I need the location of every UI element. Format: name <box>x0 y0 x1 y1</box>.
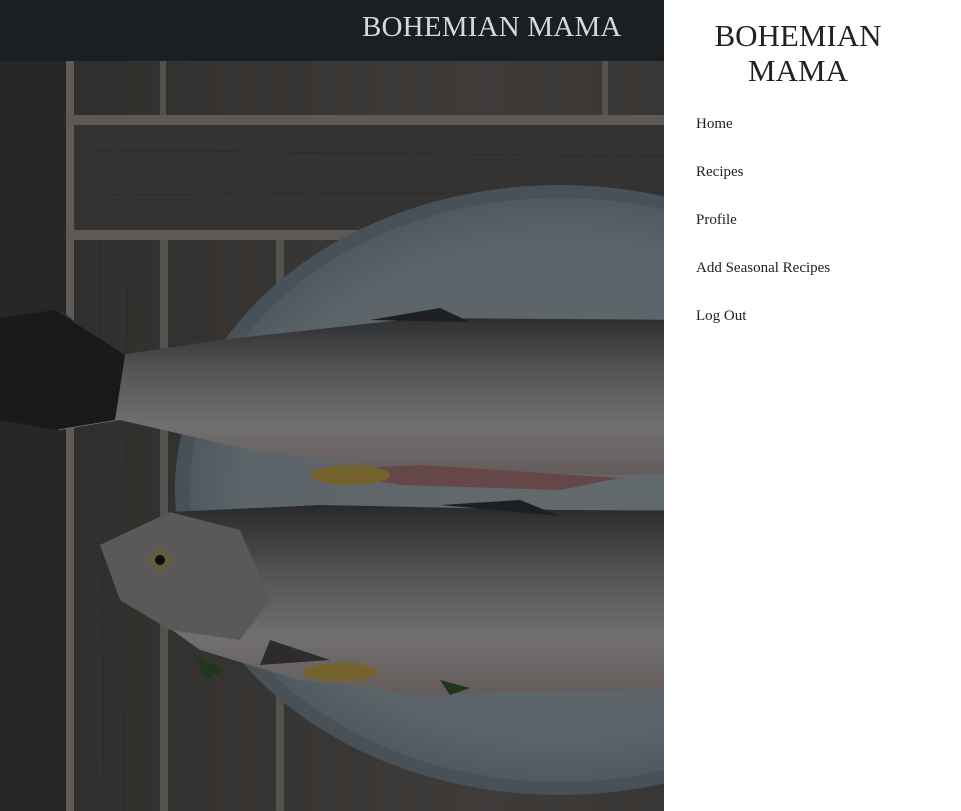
side-drawer: BOHEMIAN MAMA Home Recipes Profile Add S… <box>664 0 961 811</box>
drawer-item-log-out: Log Out <box>696 306 830 354</box>
drawer-item-recipes: Recipes <box>696 162 830 210</box>
drawer-nav-list: Home Recipes Profile Add Seasonal Recipe… <box>696 114 830 354</box>
drawer-brand-line1: BOHEMIAN <box>714 18 882 53</box>
drawer-item-add-seasonal-recipes: Add Seasonal Recipes <box>696 258 830 306</box>
drawer-overlay[interactable] <box>0 0 664 811</box>
nav-link-profile[interactable]: Profile <box>696 210 737 230</box>
nav-link-add-seasonal-recipes[interactable]: Add Seasonal Recipes <box>696 258 830 278</box>
drawer-item-home: Home <box>696 114 830 162</box>
navbar-brand-link[interactable]: BOHEMIAN MAMA <box>362 10 622 44</box>
nav-link-log-out[interactable]: Log Out <box>696 306 746 326</box>
drawer-item-profile: Profile <box>696 210 830 258</box>
drawer-brand-line2: MAMA <box>748 53 848 88</box>
nav-link-recipes[interactable]: Recipes <box>696 162 743 182</box>
nav-link-home[interactable]: Home <box>696 114 733 134</box>
drawer-brand-link[interactable]: BOHEMIAN MAMA <box>664 18 932 88</box>
